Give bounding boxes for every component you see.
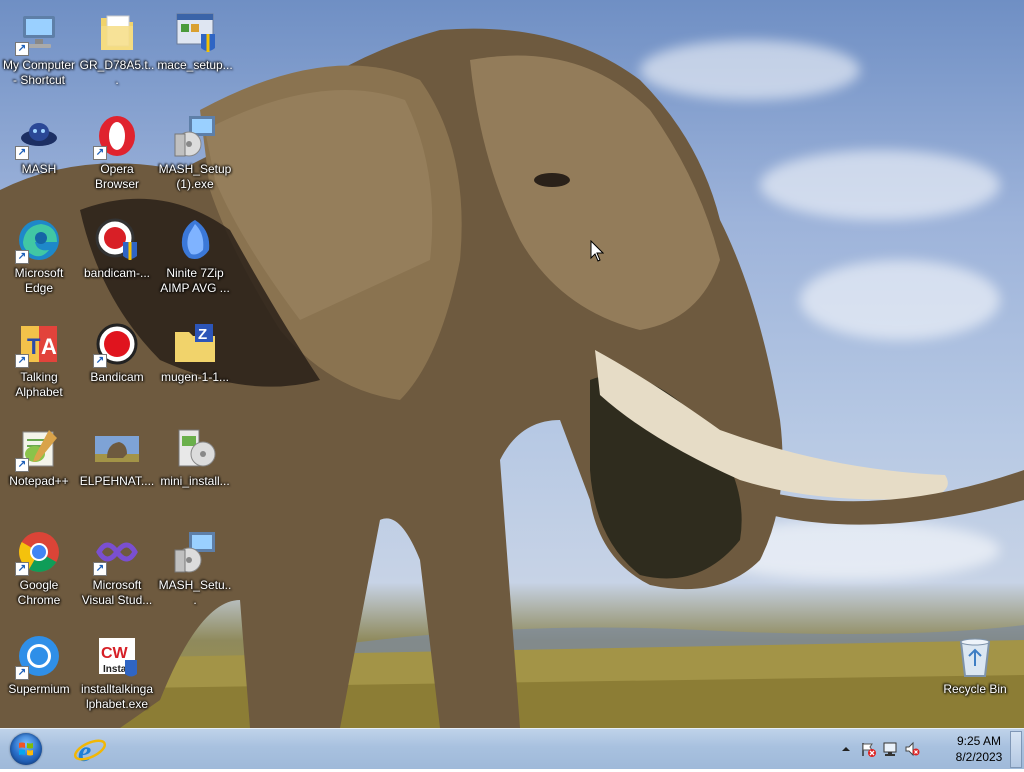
desktop-icon-mugen-zip[interactable]: Z mugen-1-1... xyxy=(156,314,234,385)
system-tray: 9:25 AM 8/2/2023 xyxy=(834,729,1024,769)
volume-muted-icon[interactable] xyxy=(904,741,920,757)
shortcut-arrow-icon: ↗ xyxy=(15,354,29,368)
desktop-icon-bandicam[interactable]: ↗ Bandicam xyxy=(78,314,156,385)
desktop[interactable]: ↗ My Computer - Shortcut ↗ MASH ↗ Micros… xyxy=(0,0,1024,728)
shortcut-arrow-icon: ↗ xyxy=(93,562,107,576)
icon-label: My Computer - Shortcut xyxy=(2,58,76,87)
visual-studio-icon: ↗ xyxy=(93,528,141,576)
start-button[interactable] xyxy=(4,730,48,768)
shortcut-arrow-icon: ↗ xyxy=(15,666,29,680)
shortcut-arrow-icon: ↗ xyxy=(93,354,107,368)
edge-icon: ↗ xyxy=(15,216,63,264)
desktop-icon-gr-file[interactable]: GR_D78A5.t... xyxy=(78,2,156,88)
recycle-bin-icon xyxy=(951,632,999,680)
icon-label: mace_setup... xyxy=(157,58,233,72)
windows-logo-icon xyxy=(10,733,42,765)
desktop-icon-microsoft-edge[interactable]: ↗ Microsoft Edge xyxy=(0,210,78,296)
icon-label: Opera Browser xyxy=(94,162,139,191)
image-file-icon xyxy=(93,424,141,472)
icon-label: Bandicam xyxy=(90,370,144,384)
shortcut-arrow-icon: ↗ xyxy=(15,42,29,56)
desktop-icon-opera[interactable]: ↗ Opera Browser xyxy=(78,106,156,192)
icon-label: bandicam-... xyxy=(83,266,151,280)
ie-icon: e xyxy=(73,735,107,768)
taskbar: e 9:25 AM 8/2/2023 xyxy=(0,728,1024,769)
shortcut-arrow-icon: ↗ xyxy=(15,562,29,576)
clock-time: 9:25 AM xyxy=(956,734,1002,748)
icon-label: Recycle Bin xyxy=(943,682,1007,696)
icon-label: Supermium xyxy=(8,682,70,696)
icon-label: installtalkinga lphabet.exe xyxy=(80,682,154,711)
icon-label: MASH_Setup (1).exe xyxy=(158,162,232,191)
desktop-icon-elephant-image[interactable]: ELPEHNAT.... xyxy=(78,418,156,489)
setup-icon xyxy=(171,112,219,160)
zip-folder-icon: Z xyxy=(171,320,219,368)
shortcut-arrow-icon: ↗ xyxy=(93,146,107,160)
desktop-icon-mash-setup-1[interactable]: MASH_Setup (1).exe xyxy=(156,106,234,192)
icon-label: Microsoft Edge xyxy=(14,266,64,295)
action-center-flag-icon[interactable] xyxy=(860,741,876,757)
icon-label: MASH xyxy=(21,162,57,176)
supermium-icon: ↗ xyxy=(15,632,63,680)
setup-icon xyxy=(171,528,219,576)
svg-text:e: e xyxy=(78,735,91,767)
show-desktop-button[interactable] xyxy=(1010,731,1022,768)
icon-label: mugen-1-1... xyxy=(160,370,230,384)
mini-installer-icon xyxy=(171,424,219,472)
notepadpp-icon: ↗ xyxy=(15,424,63,472)
shortcut-arrow-icon: ↗ xyxy=(15,250,29,264)
installer-icon xyxy=(171,8,219,56)
icon-label: Ninite 7Zip AIMP AVG ... xyxy=(160,266,230,295)
icon-label: GR_D78A5.t... xyxy=(79,58,155,87)
desktop-icon-mash[interactable]: ↗ MASH xyxy=(0,106,78,177)
desktop-icon-mash-setup[interactable]: MASH_Setu... xyxy=(156,522,234,608)
icon-label: Notepad++ xyxy=(9,474,69,488)
network-icon[interactable] xyxy=(882,741,898,757)
desktop-icon-my-computer[interactable]: ↗ My Computer - Shortcut xyxy=(0,2,78,88)
desktop-icon-ninite[interactable]: Ninite 7Zip AIMP AVG ... xyxy=(156,210,234,296)
svg-text:A: A xyxy=(41,334,57,359)
desktop-icon-notepadpp[interactable]: ↗ Notepad++ xyxy=(0,418,78,489)
desktop-icon-supermium[interactable]: ↗ Supermium xyxy=(0,626,78,697)
bandicam-icon: ↗ xyxy=(93,320,141,368)
mash-icon: ↗ xyxy=(15,112,63,160)
desktop-icon-talking-alphabet[interactable]: TA ↗ Talking Alphabet xyxy=(0,314,78,400)
desktop-icon-mini-installer[interactable]: mini_install... xyxy=(156,418,234,489)
desktop-icon-google-chrome[interactable]: ↗ Google Chrome xyxy=(0,522,78,608)
computer-icon: ↗ xyxy=(15,8,63,56)
talking-alphabet-icon: TA ↗ xyxy=(15,320,63,368)
shortcut-arrow-icon: ↗ xyxy=(15,458,29,472)
shortcut-arrow-icon: ↗ xyxy=(15,146,29,160)
taskbar-clock[interactable]: 9:25 AM 8/2/2023 xyxy=(944,733,1014,765)
icon-label: mini_install... xyxy=(160,474,230,488)
icon-label: MASH_Setu... xyxy=(158,578,232,607)
show-hidden-icons-chevron-icon[interactable] xyxy=(838,741,854,757)
svg-text:CW: CW xyxy=(101,645,129,662)
icon-label: ELPEHNAT.... xyxy=(79,474,155,488)
icon-label: Google Chrome xyxy=(17,578,61,607)
desktop-icon-recycle-bin[interactable]: Recycle Bin xyxy=(936,626,1014,697)
chrome-icon: ↗ xyxy=(15,528,63,576)
opera-icon: ↗ xyxy=(93,112,141,160)
bandicam-installer-icon xyxy=(93,216,141,264)
folder-icon xyxy=(93,8,141,56)
svg-text:Insta: Insta xyxy=(103,664,127,675)
icon-label: Microsoft Visual Stud... xyxy=(81,578,153,607)
desktop-icon-bandicam-installer[interactable]: bandicam-... xyxy=(78,210,156,281)
clock-date: 8/2/2023 xyxy=(955,750,1003,764)
desktop-icon-visual-studio[interactable]: ↗ Microsoft Visual Stud... xyxy=(78,522,156,608)
svg-text:T: T xyxy=(27,334,41,359)
desktop-icon-installtalkingalphabet[interactable]: CW Insta installtalkinga lphabet.exe xyxy=(78,626,156,712)
ninite-icon xyxy=(171,216,219,264)
desktop-icon-mace-setup[interactable]: mace_setup... xyxy=(156,2,234,73)
installer-exe-icon: CW Insta xyxy=(93,632,141,680)
taskbar-pinned-internet-explorer[interactable]: e xyxy=(66,731,114,768)
svg-text:Z: Z xyxy=(198,326,207,343)
icon-label: Talking Alphabet xyxy=(15,370,63,399)
mouse-cursor-icon xyxy=(590,240,604,262)
